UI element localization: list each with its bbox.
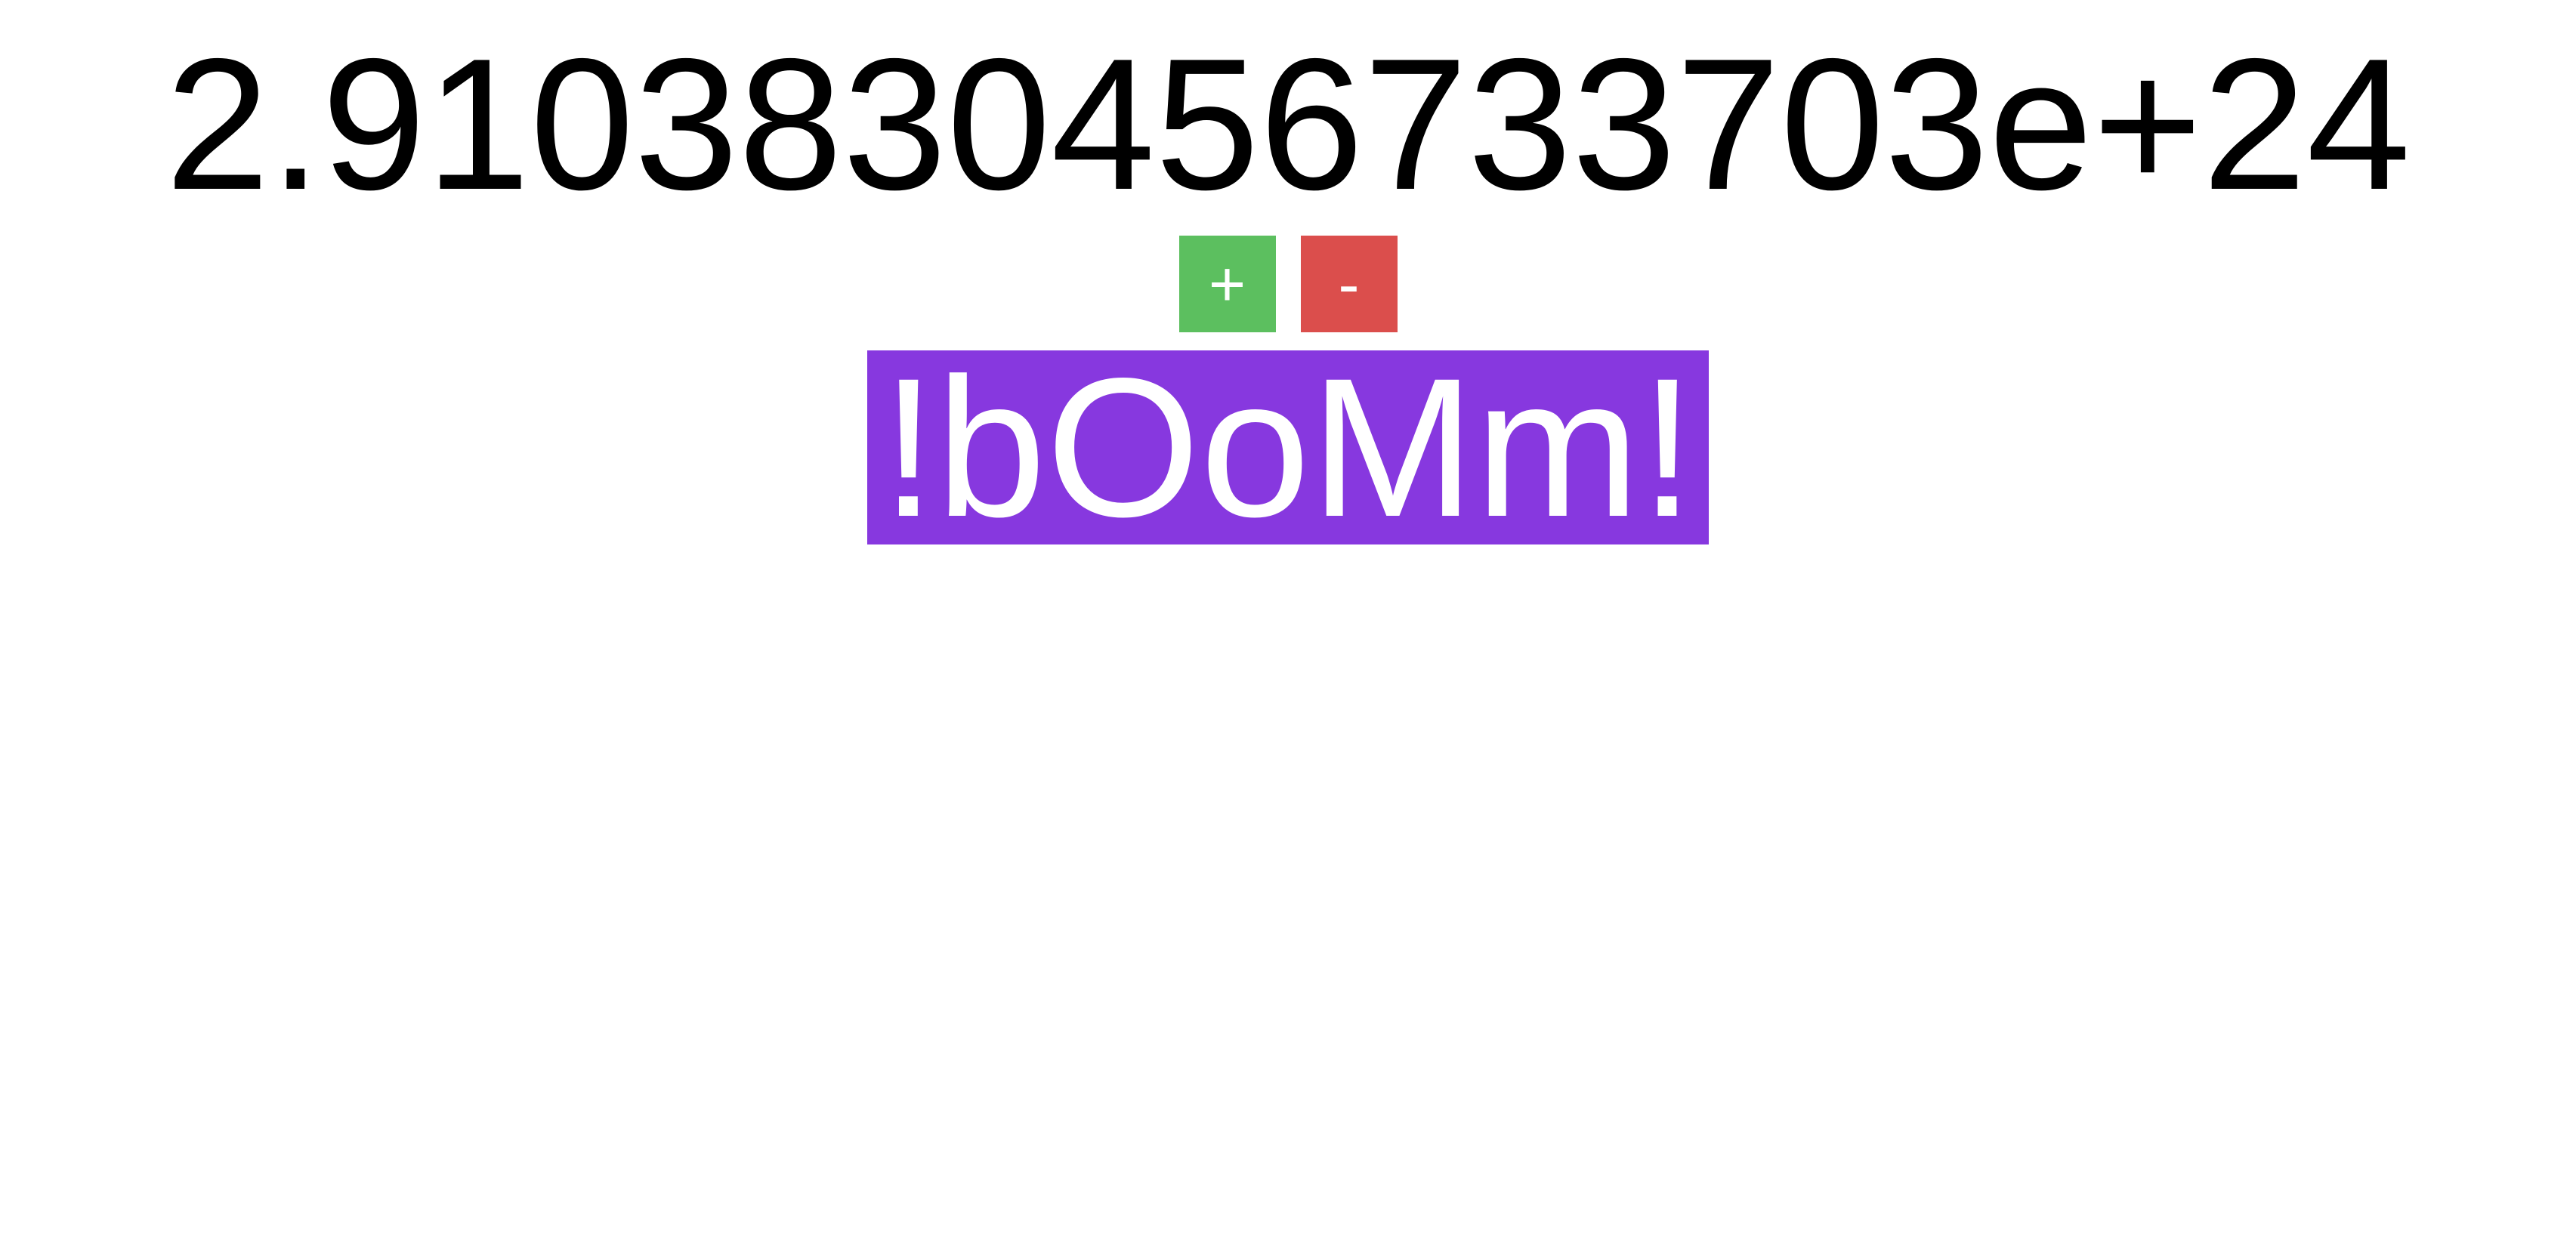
app-root: 2.9103830456733703e+24 + - !bOoMm! [0,0,2576,1237]
increment-button[interactable]: + [1178,236,1276,332]
counter-controls: + - [1178,236,1398,332]
boom-banner: !bOoMm! [867,349,1709,547]
counter-value: 2.9103830456733703e+24 [165,19,2411,229]
decrement-button[interactable]: - [1300,236,1398,332]
